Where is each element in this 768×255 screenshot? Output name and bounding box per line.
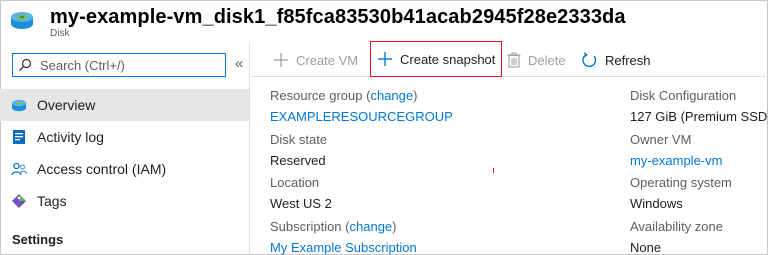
property-location: Location West US 2 [270, 174, 332, 212]
delete-label: Delete [528, 52, 566, 68]
page-subtitle: Disk [50, 28, 70, 39]
page-title: my-example-vm_disk1_f85fca83530b41acab29… [50, 6, 626, 28]
create-snapshot-label: Create snapshot [400, 51, 496, 67]
property-availability-zone: Availability zone None [630, 218, 723, 255]
property-resource-group: Resource group (change) EXAMPLERESOURCEG… [270, 87, 453, 125]
subscription-label: Subscription [270, 219, 342, 234]
change-resource-group-link[interactable]: change [370, 88, 413, 103]
sidebar-item-overview[interactable]: Overview [0, 89, 249, 121]
annotation-mark [493, 168, 494, 173]
change-subscription-link[interactable]: change [350, 219, 393, 234]
create-vm-button[interactable]: Create VM [273, 43, 358, 77]
sidebar-item-label: Activity log [37, 129, 104, 145]
sidebar-item-tags[interactable]: Tags [0, 185, 249, 217]
property-owner-vm: Owner VM my-example-vm [630, 131, 722, 169]
disk-icon [12, 99, 26, 112]
plus-icon [378, 52, 392, 66]
blade-header: my-example-vm_disk1_f85fca83530b41acab29… [0, 0, 768, 40]
availability-zone-value: None [630, 240, 662, 255]
resource-group-label: Resource group [270, 88, 363, 103]
sidebar-section-heading: Settings [12, 232, 64, 247]
disk-configuration-label: Disk Configuration [630, 88, 737, 103]
sidebar-item-label: Tags [37, 193, 67, 209]
search-box [12, 53, 226, 77]
availability-zone-label: Availability zone [630, 219, 723, 234]
property-operating-system: Operating system Windows [630, 174, 732, 212]
refresh-button[interactable]: Refresh [581, 43, 651, 77]
people-icon [11, 162, 27, 176]
operating-system-label: Operating system [630, 175, 732, 190]
disk-state-label: Disk state [270, 132, 328, 147]
trash-icon [507, 52, 521, 68]
essentials-panel: Resource group (change) EXAMPLERESOURCEG… [251, 78, 768, 255]
create-vm-label: Create VM [296, 52, 359, 68]
collapse-sidebar-button[interactable]: « [232, 54, 246, 74]
operating-system-value: Windows [630, 196, 683, 211]
delete-button[interactable]: Delete [507, 43, 566, 77]
refresh-icon [582, 51, 597, 67]
refresh-label: Refresh [605, 52, 651, 68]
plus-icon [274, 53, 288, 67]
search-input[interactable] [40, 56, 220, 74]
location-value: West US 2 [270, 196, 332, 211]
search-icon [19, 58, 32, 71]
property-disk-state: Disk state Reserved [270, 131, 327, 169]
sidebar-item-label: Overview [37, 97, 96, 113]
command-bar: Create VM Create snapshot Delete Refresh [251, 41, 768, 77]
subscription-value-link[interactable]: My Example Subscription [270, 239, 417, 255]
resource-group-value-link[interactable]: EXAMPLERESOURCEGROUP [270, 108, 453, 125]
property-label: Resource group (change) [270, 88, 418, 103]
sidebar-item-access-control[interactable]: Access control (IAM) [0, 153, 249, 185]
owner-vm-label: Owner VM [630, 132, 692, 147]
disk-logo-icon [11, 12, 33, 29]
create-snapshot-button[interactable]: Create snapshot [370, 41, 503, 77]
sidebar-item-activity-log[interactable]: Activity log [0, 121, 249, 153]
sidebar: « Overview Activity log Access control (… [0, 43, 250, 255]
location-label: Location [270, 175, 320, 190]
tag-icon [12, 194, 26, 208]
disk-configuration-value: 127 GiB (Premium SSD) [630, 109, 768, 124]
property-subscription: Subscription (change) My Example Subscri… [270, 218, 417, 255]
activity-log-icon [13, 130, 25, 144]
property-disk-configuration: Disk Configuration 127 GiB (Premium SSD) [630, 87, 768, 125]
disk-state-value: Reserved [270, 153, 326, 168]
property-label: Subscription (change) [270, 219, 397, 234]
sidebar-item-label: Access control (IAM) [37, 161, 167, 177]
owner-vm-value-link[interactable]: my-example-vm [630, 152, 722, 169]
